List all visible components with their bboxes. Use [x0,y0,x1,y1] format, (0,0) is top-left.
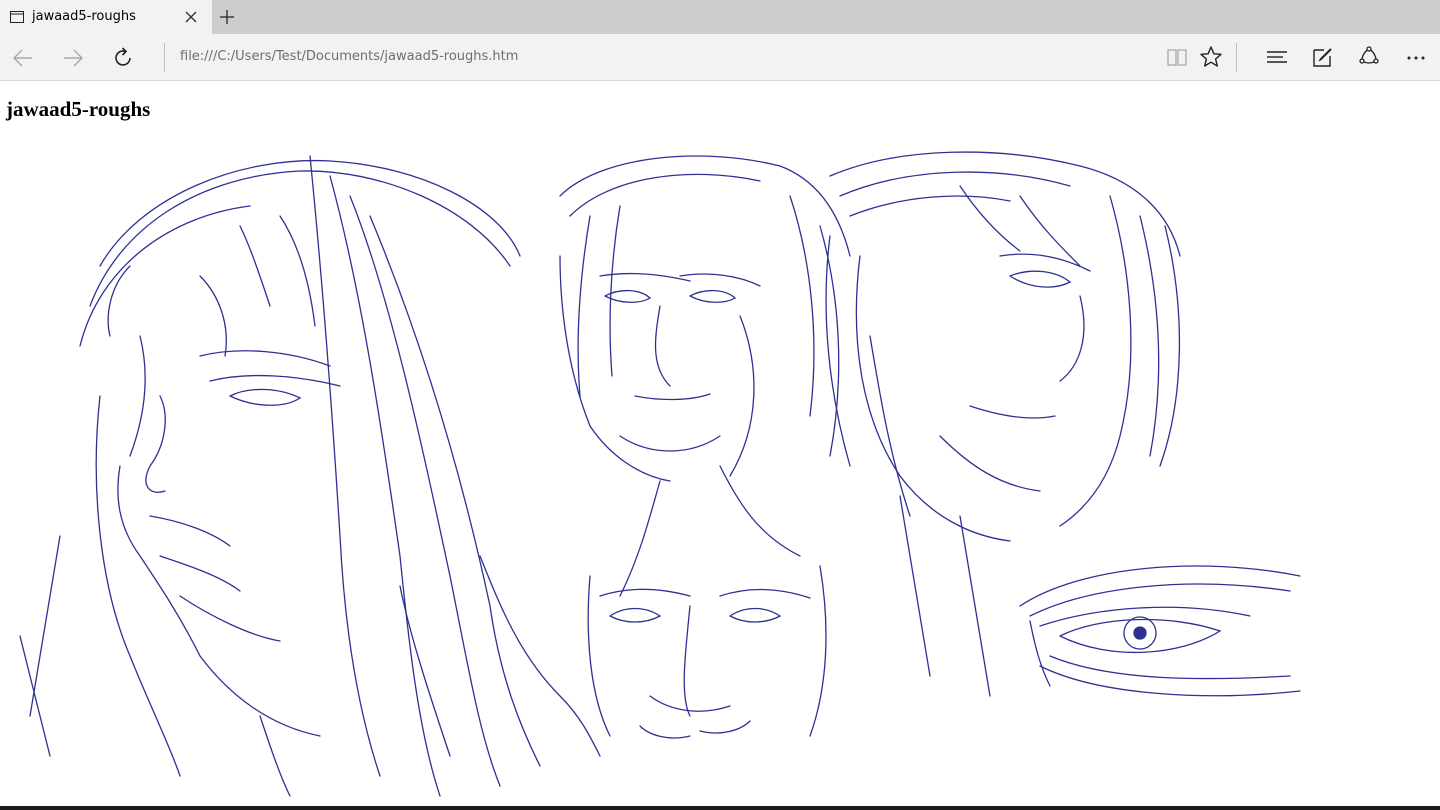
page-icon [10,11,24,23]
sketch-face-middle [559,155,851,597]
sketch-face-bottom [587,565,827,739]
sketch-face-right [825,151,1181,697]
arrow-left-icon[interactable] [10,45,36,71]
close-icon[interactable] [183,9,199,25]
navigation-bar: file:///C:/Users/Test/Documents/jawaad5-… [0,34,1440,81]
hub-lines-icon[interactable] [1264,44,1290,70]
tab-jawaad5-roughs[interactable]: jawaad5-roughs [0,0,212,34]
tab-title: jawaad5-roughs [32,9,136,24]
nav-separator [164,43,165,72]
pen-note-icon[interactable] [1310,44,1336,70]
sketch-image [19,151,1301,797]
page-content: jawaad5-roughs [0,82,1440,806]
share-icon[interactable] [1356,44,1382,70]
tab-strip: jawaad5-roughs [0,0,1440,34]
sketch-eye-study [1019,565,1301,697]
address-bar[interactable]: file:///C:/Users/Test/Documents/jawaad5-… [180,49,518,64]
plus-icon[interactable] [218,8,236,26]
sketch-face-left [19,155,601,797]
book-icon[interactable] [1164,44,1190,70]
more-dots-icon[interactable] [1403,44,1429,70]
refresh-icon[interactable] [110,45,136,71]
star-icon[interactable] [1198,44,1224,70]
arrow-right-icon[interactable] [60,45,86,71]
page-title: jawaad5-roughs [6,97,151,121]
toolbar-separator [1236,43,1237,72]
window-bottom-edge [0,806,1440,810]
